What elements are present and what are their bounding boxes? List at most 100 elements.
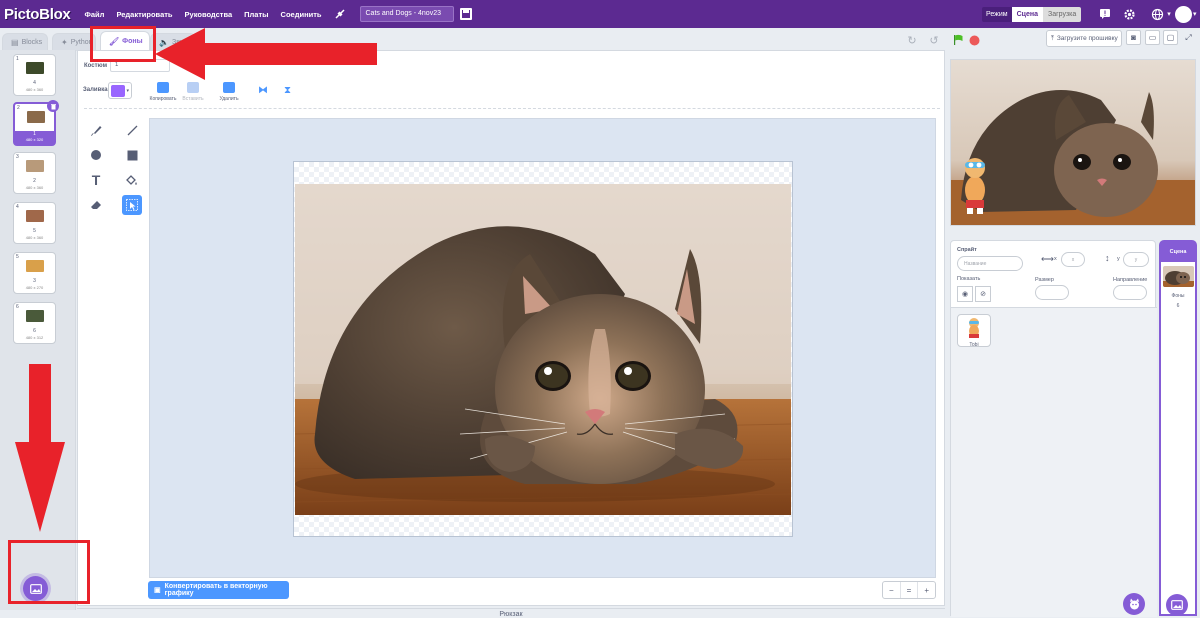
backdrop-thumbnail [26,310,44,322]
fullscreen-icon[interactable]: ⤢ [1181,30,1196,45]
gear-icon[interactable] [1121,6,1137,22]
project-title-field[interactable]: Cats and Dogs - 4nov23 [359,6,454,22]
small-stage-icon[interactable]: ▭ [1145,30,1160,45]
mode-switch: Режим Сцена Загрузка [982,7,1082,22]
sprite-name-input[interactable]: Название [957,256,1023,271]
avatar-chevron-down-icon[interactable]: ▾ [1193,10,1197,18]
backdrop-number: 1 [16,56,19,62]
eraser-tool-icon[interactable] [86,195,106,215]
text-tool-icon[interactable]: T [86,170,106,190]
backdrop-name: 3 [33,278,36,284]
backdrop-item[interactable]: 6 6 480 x 312 [13,302,56,344]
flip-horizontal-icon[interactable]: ⧓ [258,85,268,96]
scene-thumbnail[interactable] [1163,266,1194,287]
select-tool-icon[interactable] [122,195,142,215]
line-tool-icon[interactable] [122,120,142,140]
scene-panel[interactable]: Сцена Фоны 6 [1159,240,1197,616]
backdrop-thumbnail [26,210,44,222]
stop-icon[interactable] [966,32,982,48]
fill-bucket-tool-icon[interactable] [122,170,142,190]
zoom-out-button[interactable]: − [883,582,901,598]
copy-button[interactable]: Копировать [148,82,178,102]
scene-header: Сцена [1161,242,1195,262]
direction-label: Направление [1113,277,1148,283]
tobi-thumbnail [969,318,979,338]
circle-tool-icon[interactable] [86,145,106,165]
redo-icon[interactable]: ↻ [904,32,920,48]
upload-firmware-button[interactable]: ⤒ Загрузите прошивку [1046,30,1122,47]
pictoblox-window: PictoBlox Файл Редактировать Руководства… [0,0,1200,618]
backdrop-size: 480 x 312 [25,335,44,340]
backdrop-size: 480 x 360 [25,87,44,92]
feedback-icon[interactable] [1097,6,1113,22]
zoom-reset-button[interactable]: = [901,582,919,598]
sprite-tile-tobi[interactable]: Tobi [957,314,991,348]
size-input[interactable] [1035,285,1069,300]
delete-label: Удалить [219,96,239,102]
stage-preview[interactable] [950,59,1196,226]
cat-backdrop-image[interactable] [295,184,791,515]
show-label: Показать [957,276,981,282]
x-input[interactable]: x [1061,252,1085,267]
menu-boards[interactable]: Платы [238,10,274,19]
backdrop-item[interactable]: 5 3 480 x 270 [13,252,56,294]
backdrop-item[interactable]: 3 2 480 x 360 [13,152,56,194]
user-avatar[interactable] [1175,6,1192,23]
backdrop-item[interactable]: 4 5 480 x 360 [13,202,56,244]
save-icon[interactable] [459,8,472,20]
flip-vertical-icon[interactable]: ⧗ [284,85,291,96]
fill-color-picker[interactable]: ▾ [108,82,132,99]
backdrop-number: 5 [16,254,19,260]
paint-canvas[interactable] [293,161,793,537]
connect-plug-icon[interactable] [332,6,348,22]
stage-image [951,60,1195,225]
copy-label: Копировать [149,96,177,102]
fill-color-swatch [111,85,125,97]
trash-icon [223,82,235,93]
backdrop-item[interactable]: 1 4 480 x 360 [13,54,56,96]
add-scene-button[interactable] [1166,594,1188,616]
backdrop-number: 6 [16,304,19,310]
rectangle-tool-icon[interactable] [122,145,142,165]
backpack-bar[interactable]: Рюкзак [77,608,945,618]
menu-tutorials[interactable]: Руководства [179,10,239,19]
zoom-in-button[interactable]: + [918,582,935,598]
green-flag-icon[interactable] [950,32,966,48]
menu-connect[interactable]: Соединить [275,10,328,19]
app-logo: PictoBlox [4,5,71,23]
menu-edit[interactable]: Редактировать [110,10,178,19]
y-arrows-icon: ↕ [1105,253,1110,263]
large-stage-icon[interactable]: ▢ [1163,30,1178,45]
upload-firmware-label: Загрузите прошивку [1056,35,1118,42]
mode-stage-button[interactable]: Сцена [1011,7,1043,22]
y-input[interactable]: y [1123,252,1149,267]
menu-file[interactable]: Файл [78,10,110,19]
annotation-box-backdrops-tab [90,26,156,62]
convert-to-vector-label: Конвертировать в векторную графику [164,583,268,597]
backdrop-name: 6 [33,328,36,334]
image-convert-icon: ▣ [154,587,161,594]
tab-blocks[interactable]: ▤ Blocks [2,33,48,51]
hide-sprite-eye-icon[interactable]: ⊘ [975,286,991,302]
brush-tool-icon[interactable] [86,120,106,140]
direction-input[interactable] [1113,285,1147,300]
backdrop-size: 480 x 360 [25,235,44,240]
choose-sprite-button[interactable] [1123,593,1145,615]
annotation-arrow-left [155,28,377,80]
copy-icon [157,82,169,93]
annotation-box-add-backdrop [8,540,90,604]
y-label: y [1117,256,1120,262]
image-icon [1171,600,1183,610]
mode-upload-button[interactable]: Загрузка [1042,7,1082,22]
paste-button[interactable]: Вставить [180,82,206,102]
cat-face-icon [1129,598,1139,610]
zoom-controls: − = + [882,581,936,599]
convert-to-vector-button[interactable]: ▣ Конвертировать в векторную графику [148,581,289,599]
delete-button[interactable]: Удалить [218,82,240,102]
delete-backdrop-icon[interactable] [47,100,59,112]
upload-icon: ⤒ [1051,34,1054,42]
paint-canvas-area[interactable] [149,118,936,578]
undo-icon[interactable]: ↺ [926,32,942,48]
show-sprite-eye-icon[interactable]: ◉ [957,286,973,302]
camera-icon[interactable]: ◙ [1126,30,1141,45]
